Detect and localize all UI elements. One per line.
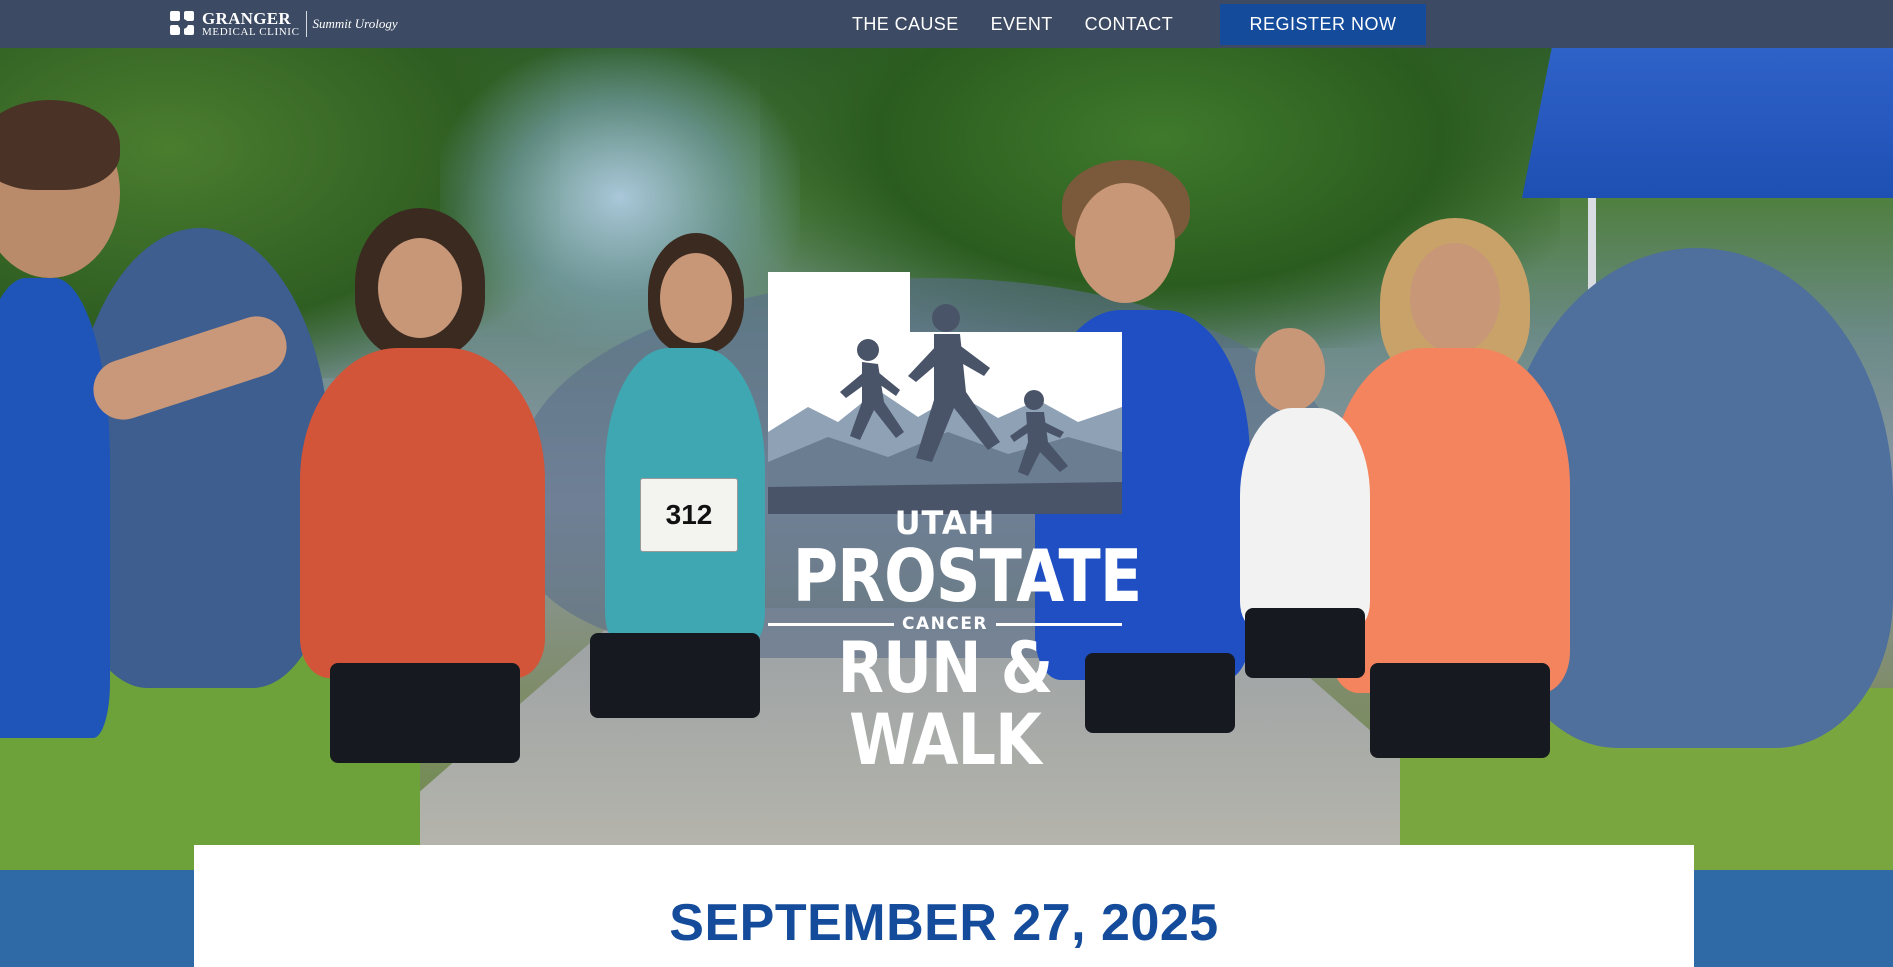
logo-line-run-walk: RUN & WALK [837, 627, 1054, 781]
event-logo: UTAH PROSTATE CANCER RUN & WALK [768, 272, 1142, 776]
hero-image: 312 UTAH PROSTATE CANCER RUN & WALK [0, 48, 1893, 870]
granger-clinic-mark-icon [170, 11, 196, 37]
event-date: SEPTEMBER 27, 2025 [669, 894, 1219, 952]
runners-silhouette-icon [768, 272, 1122, 514]
logo-partner: Summit Urology [312, 16, 398, 31]
divider-line [996, 622, 1123, 626]
divider-line [768, 622, 894, 626]
nav-link-event[interactable]: EVENT [991, 14, 1053, 35]
main-nav: THE CAUSE EVENT CONTACT [852, 0, 1205, 48]
register-now-button[interactable]: REGISTER NOW [1220, 4, 1426, 45]
logo-line-prostate: PROSTATE [792, 534, 1142, 618]
nav-link-the-cause[interactable]: THE CAUSE [852, 14, 959, 35]
site-logo[interactable]: GRANGER MEDICAL CLINIC Summit Urology [170, 9, 398, 39]
event-date-card: SEPTEMBER 27, 2025 [194, 845, 1694, 967]
logo-subtitle: MEDICAL CLINIC [202, 26, 300, 38]
site-header: GRANGER MEDICAL CLINIC Summit Urology TH… [0, 0, 1893, 48]
nav-link-contact[interactable]: CONTACT [1085, 14, 1173, 35]
logo-divider [305, 11, 307, 37]
logo-name: GRANGER [202, 9, 291, 28]
canopy-tent [1522, 48, 1893, 198]
runner-bib: 312 [640, 478, 738, 552]
logo-text: GRANGER MEDICAL CLINIC [202, 10, 300, 38]
